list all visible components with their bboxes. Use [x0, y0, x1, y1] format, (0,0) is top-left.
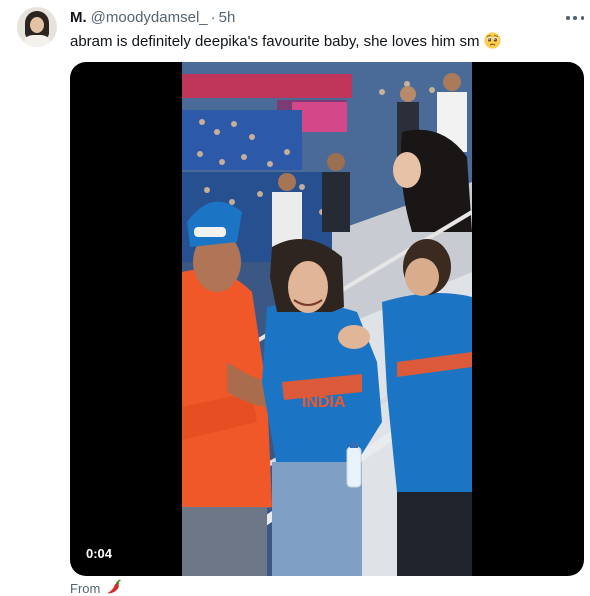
video-frame-illustration: INDIA — [182, 62, 472, 576]
tweet-text-content: abram is definitely deepika's favourite … — [70, 33, 480, 50]
tweet-card[interactable]: M. @moodydamsel_ · 5h abram is definitel… — [0, 0, 590, 596]
pleading-face-emoji — [484, 32, 501, 49]
author-handle[interactable]: @moodydamsel_ — [91, 9, 208, 27]
tweet-text: abram is definitely deepika's favourite … — [70, 32, 501, 52]
avatar-face — [30, 17, 44, 33]
video-duration: 0:04 — [80, 544, 119, 564]
avatar-body — [23, 35, 51, 47]
svg-text:INDIA: INDIA — [302, 394, 346, 411]
author-name[interactable]: M. — [70, 9, 87, 27]
attribution-label: From — [70, 581, 101, 596]
tweet-header: M. @moodydamsel_ · 5h — [70, 9, 235, 27]
video-frame: INDIA — [182, 62, 472, 576]
timestamp[interactable]: 5h — [219, 9, 236, 27]
avatar[interactable] — [17, 7, 57, 47]
more-options-icon[interactable] — [566, 10, 584, 26]
attribution[interactable]: From — [70, 579, 122, 596]
chili-pepper-emoji — [107, 579, 121, 594]
video-player[interactable]: INDIA 0:04 — [70, 62, 584, 576]
separator-dot: · — [210, 9, 216, 26]
